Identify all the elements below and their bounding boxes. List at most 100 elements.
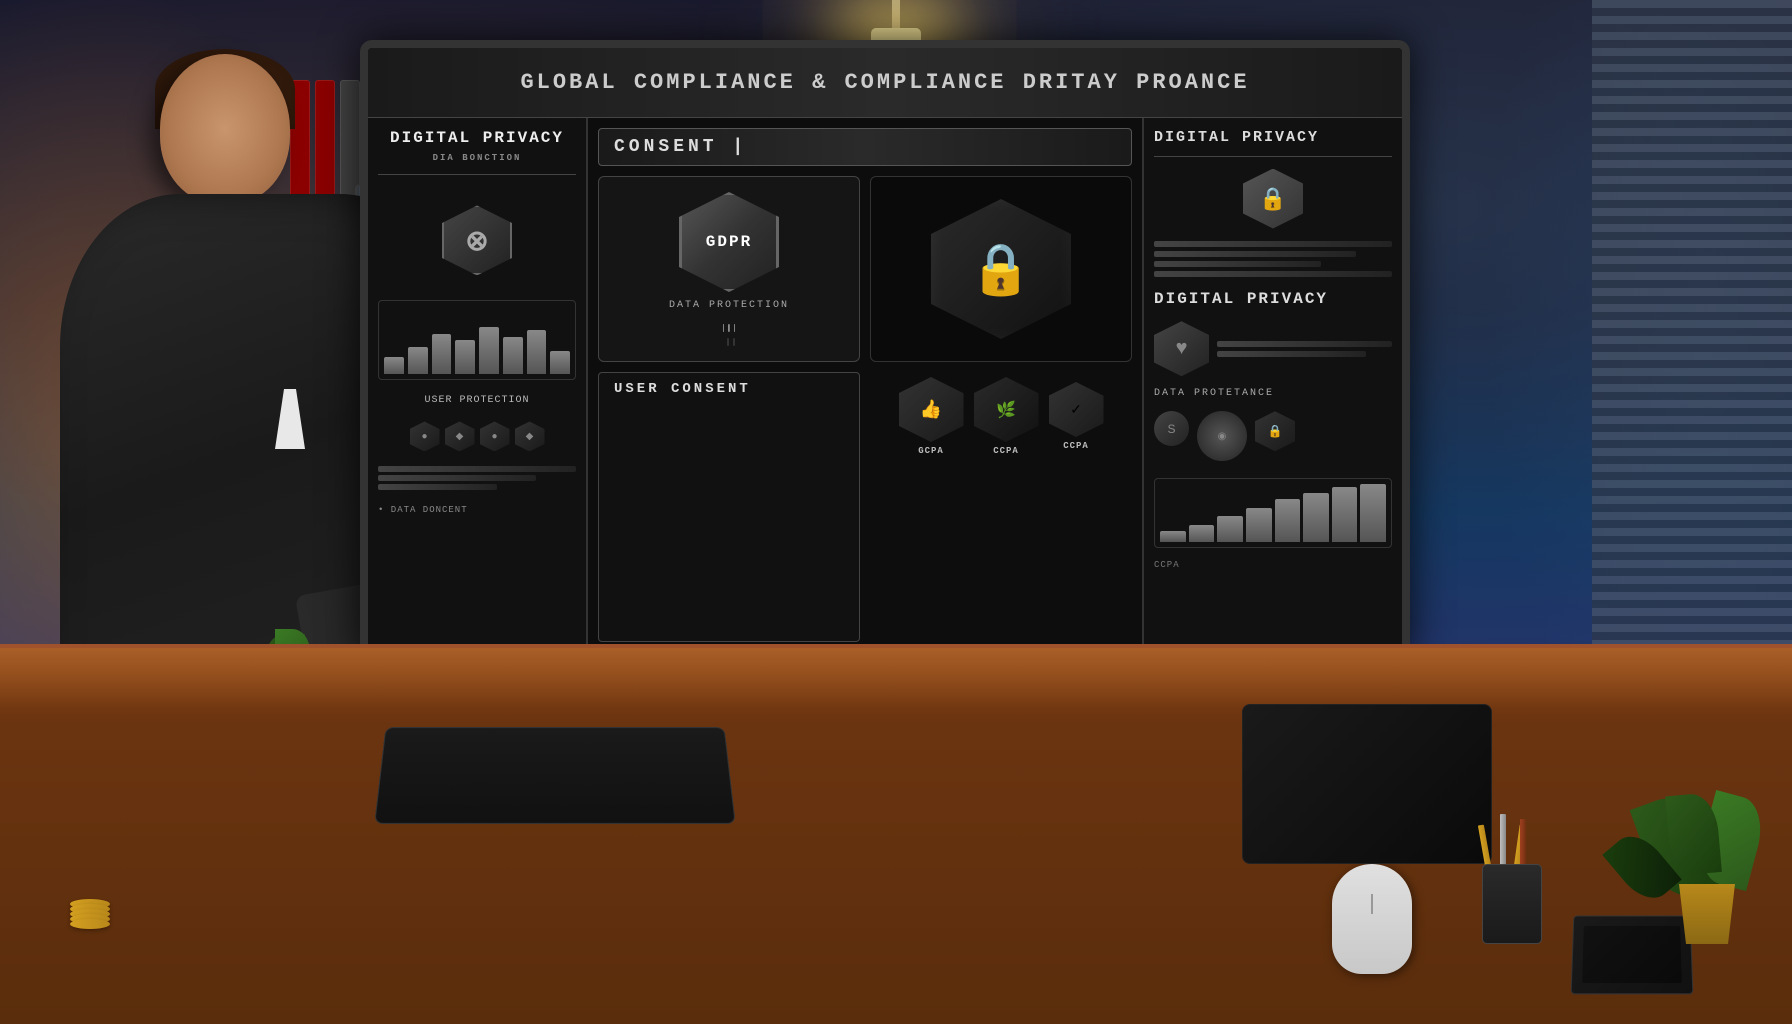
small-hex-4: ◆ bbox=[515, 421, 545, 451]
right-line-1 bbox=[1154, 241, 1392, 247]
gcpa-label: GCPA bbox=[918, 446, 944, 456]
data-protection-right: DATA PROTETANCE bbox=[1154, 388, 1392, 399]
mouse[interactable] bbox=[1332, 864, 1412, 974]
monitor-screen: GLOBAL COMPLIANCE & COMPLIANCE DRITAY PR… bbox=[368, 48, 1402, 652]
right-bar-3 bbox=[1217, 516, 1243, 542]
bottom-right-section: S ◉ 🔒 bbox=[1154, 411, 1392, 461]
heart-hex: ♥ bbox=[1154, 321, 1209, 376]
pencil-holder-body bbox=[1482, 864, 1542, 944]
main-scene: GLOBAL COMPLIANCE & COMPLIANCE DRITAY PR… bbox=[0, 0, 1792, 1024]
lock-hex: 🔒 bbox=[931, 199, 1071, 339]
desk-surface bbox=[0, 644, 1792, 1024]
text-line-1 bbox=[378, 466, 576, 472]
coins-left bbox=[70, 899, 110, 924]
small-hex-right: 🔒 bbox=[1255, 411, 1295, 451]
monitor-header: GLOBAL COMPLIANCE & COMPLIANCE DRITAY PR… bbox=[368, 48, 1402, 118]
right-chart bbox=[1154, 478, 1392, 548]
right-line-4 bbox=[1154, 271, 1392, 277]
hex-shape: ⊗ bbox=[442, 205, 512, 275]
text-line-3 bbox=[378, 484, 497, 490]
right-bar-4 bbox=[1246, 508, 1272, 543]
right-bar-8 bbox=[1360, 484, 1386, 542]
right-line-3 bbox=[1154, 261, 1321, 267]
right-heart-text bbox=[1217, 341, 1392, 357]
chart-bar-3 bbox=[432, 334, 452, 375]
gcpa-icon: 👍 bbox=[920, 399, 942, 420]
small-hex-3: ● bbox=[480, 421, 510, 451]
ccpa-item-1: 🌿 CCPA bbox=[974, 377, 1039, 456]
data-consent-label: • DATA DONCENT bbox=[378, 505, 576, 515]
gdpr-hex: GDPR bbox=[679, 192, 779, 292]
ccpa-icon-2: ✓ bbox=[1070, 401, 1082, 418]
right-panel: DIGITAL PRIVACY 🔒 DIGITAL PRIVACY ♥ bbox=[1142, 48, 1402, 652]
pencil-holder bbox=[1482, 844, 1542, 944]
right-bar-1 bbox=[1160, 531, 1186, 543]
chart-bar-2 bbox=[408, 347, 428, 374]
chart-bar-1 bbox=[384, 357, 404, 374]
seg-1 bbox=[723, 324, 724, 332]
progress-row-1 bbox=[723, 324, 735, 332]
coin-5 bbox=[70, 919, 110, 929]
seg-5 bbox=[727, 338, 729, 346]
chart-bar-4 bbox=[455, 340, 475, 374]
user-protection-label: USER PROTECTION bbox=[378, 395, 576, 406]
gdpr-card: GDPR DATA PROTECTION bbox=[598, 176, 860, 362]
ccpa-item-2: ✓ CCPA bbox=[1049, 382, 1104, 451]
right-panel-title: DIGITAL PRIVACY bbox=[1154, 128, 1392, 157]
large-plant bbox=[1672, 884, 1742, 944]
keyboard[interactable] bbox=[374, 727, 736, 824]
small-icons-row: ● ◆ ● ◆ bbox=[378, 421, 576, 451]
left-panel-title: DIGITAL PRIVACY DIA BONCTION bbox=[378, 128, 576, 175]
header-title: GLOBAL COMPLIANCE & COMPLIANCE DRITAY PR… bbox=[520, 70, 1249, 95]
small-circle-1: S bbox=[1154, 411, 1189, 446]
person-collar bbox=[275, 389, 305, 449]
ccpa-hex-2: ✓ bbox=[1049, 382, 1104, 437]
ccpa-hex-1: 🌿 bbox=[974, 377, 1039, 442]
globe-circle: ◉ bbox=[1197, 411, 1247, 461]
text-lines-left bbox=[378, 466, 576, 490]
gdpr-text: GDPR bbox=[706, 233, 752, 251]
plant-leaves bbox=[1642, 774, 1772, 894]
right-heart-row: ♥ bbox=[1154, 321, 1392, 376]
small-hex-1: ● bbox=[410, 421, 440, 451]
notebook-page bbox=[1582, 926, 1682, 983]
seg-6 bbox=[733, 338, 735, 346]
window-blinds bbox=[1592, 0, 1792, 700]
left-panel: DIGITAL PRIVACY DIA BONCTION ⊗ bbox=[368, 48, 588, 652]
digital-privacy-label: DIGITAL PRIVACY bbox=[1154, 289, 1392, 310]
right-bar-5 bbox=[1275, 499, 1301, 543]
right-lock-icon: 🔒 bbox=[1243, 169, 1303, 229]
ccpa-label-1: CCPA bbox=[993, 446, 1019, 456]
lock-symbol: 🔒 bbox=[970, 240, 1032, 299]
monitor: GLOBAL COMPLIANCE & COMPLIANCE DRITAY PR… bbox=[360, 40, 1410, 660]
consent-badge: CONSENT | bbox=[598, 128, 1132, 166]
user-consent-title: USER CONSENT bbox=[614, 381, 844, 397]
regulation-section: 👍 GCPA 🌿 CCPA ✓ bbox=[870, 372, 1132, 642]
person-head bbox=[160, 54, 290, 204]
left-chart bbox=[378, 300, 576, 380]
lock-card: 🔒 bbox=[870, 176, 1132, 362]
user-consent-card: USER CONSENT bbox=[598, 372, 860, 642]
right-line-2 bbox=[1154, 251, 1356, 257]
right-text-lines bbox=[1154, 241, 1392, 277]
right-bar-2 bbox=[1189, 525, 1215, 542]
regulation-icons: 👍 GCPA 🌿 CCPA ✓ bbox=[899, 377, 1104, 456]
right-lock-row: 🔒 bbox=[1154, 169, 1392, 229]
right-heart-line-1 bbox=[1217, 341, 1392, 347]
center-panel: CONSENT | GDPR DATA PROTECTION bbox=[588, 48, 1142, 652]
seg-2 bbox=[728, 324, 729, 332]
text-line-2 bbox=[378, 475, 536, 481]
hex-symbol: ⊗ bbox=[465, 224, 488, 257]
chart-bar-8 bbox=[550, 351, 570, 375]
left-hex-icon: ⊗ bbox=[437, 200, 517, 280]
right-heart-line-2 bbox=[1217, 351, 1366, 357]
right-bar-7 bbox=[1332, 487, 1358, 542]
ccpa-bottom: CCPA bbox=[1154, 560, 1392, 570]
gcpa-hex: 👍 bbox=[899, 377, 964, 442]
small-hex-2: ◆ bbox=[445, 421, 475, 451]
chart-bar-6 bbox=[503, 337, 523, 374]
ccpa-icon-1: 🌿 bbox=[996, 400, 1016, 420]
plant-pot bbox=[1672, 884, 1742, 944]
mousepad bbox=[1242, 704, 1492, 864]
gdpr-label: DATA PROTECTION bbox=[669, 300, 789, 311]
